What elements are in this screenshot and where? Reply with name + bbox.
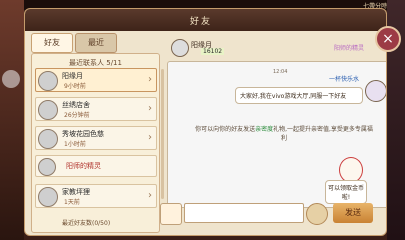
page-title: 好友 [190, 17, 213, 27]
timestamp: 12:04 [273, 69, 288, 75]
contact-name: 阳缘月 [62, 72, 83, 80]
list-item[interactable]: 家教坪狸 1天前 › [35, 184, 157, 208]
avatar [38, 187, 58, 207]
input-row: 发送 [160, 201, 375, 225]
contact-name: 秀坡花园色慈 [62, 130, 104, 138]
list-item[interactable]: 阳师的精灵 [35, 155, 157, 177]
avatar [38, 100, 58, 120]
system-text: 你可以向你的好友发送 [195, 126, 256, 133]
list-item[interactable]: 阳缘月 9小时前 › [35, 68, 157, 92]
flower-decoration [2, 70, 20, 88]
system-link[interactable]: 亲密度 [255, 126, 273, 133]
contact-time: 1小时前 [64, 141, 86, 148]
message-input[interactable] [185, 204, 303, 222]
chevron-right-icon: › [148, 132, 152, 143]
chevron-right-icon: › [148, 103, 152, 114]
close-button[interactable]: × [375, 26, 401, 52]
divider-text: 阳师的精灵 [66, 162, 101, 170]
partner-id: 16102 [201, 48, 225, 55]
contact-list: 最近联系人 5/11 阳缘月 9小时前 › 丝绣店舍 26分钟前 › 秀坡花园色… [31, 53, 160, 233]
avatar [38, 158, 56, 176]
chat-window: 12:04 一杯快乐水 大家好,我在vivo游戏大厅,同服一下好友 你可以向你的… [167, 61, 386, 208]
contact-time: 9小时前 [64, 83, 86, 90]
tab-bar: 好友 最近 [31, 33, 151, 53]
list-item[interactable]: 秀坡花园色慈 1小时前 › [35, 126, 157, 150]
system-text: 礼物,一起提升亲密值,享受更多专属福利 [273, 126, 373, 142]
contact-time: 26分钟前 [64, 112, 90, 119]
list-footer: 最近好友数(0/50) [62, 220, 111, 227]
chevron-right-icon: › [148, 190, 152, 201]
list-item[interactable]: 丝绣店舍 26分钟前 › [35, 97, 157, 121]
message-field[interactable] [184, 203, 304, 223]
title-bar: 好友 [25, 9, 386, 31]
my-name: 一杯快乐水 [328, 76, 359, 83]
send-button[interactable]: 发送 [333, 203, 373, 223]
contact-name: 丝绣店舍 [62, 101, 90, 109]
avatar [38, 71, 58, 91]
chevron-right-icon: › [148, 74, 152, 85]
list-header: 最近联系人 5/11 [69, 59, 122, 67]
emoji-button[interactable] [160, 203, 182, 225]
chat-header: 阳缘月 16102 阳师的精灵 [171, 39, 376, 59]
avatar [38, 129, 58, 149]
partner-link[interactable]: 阳师的精灵 [334, 43, 364, 52]
message-bubble: 大家好,我在vivo游戏大厅,同服一下好友 [235, 87, 363, 104]
tab-recent[interactable]: 最近 [75, 33, 117, 53]
contact-time: 1天前 [64, 199, 80, 206]
avatar [171, 39, 189, 57]
avatar [365, 80, 386, 102]
system-message: 你可以向你的好友发送亲密度礼物,一起提升亲密值,享受更多专属福利 [194, 124, 374, 142]
scrollbar[interactable] [161, 69, 164, 199]
voice-button[interactable] [306, 203, 328, 225]
background-left [0, 0, 24, 240]
contact-name: 家教坪狸 [62, 188, 90, 196]
tab-friends[interactable]: 好友 [31, 33, 73, 53]
